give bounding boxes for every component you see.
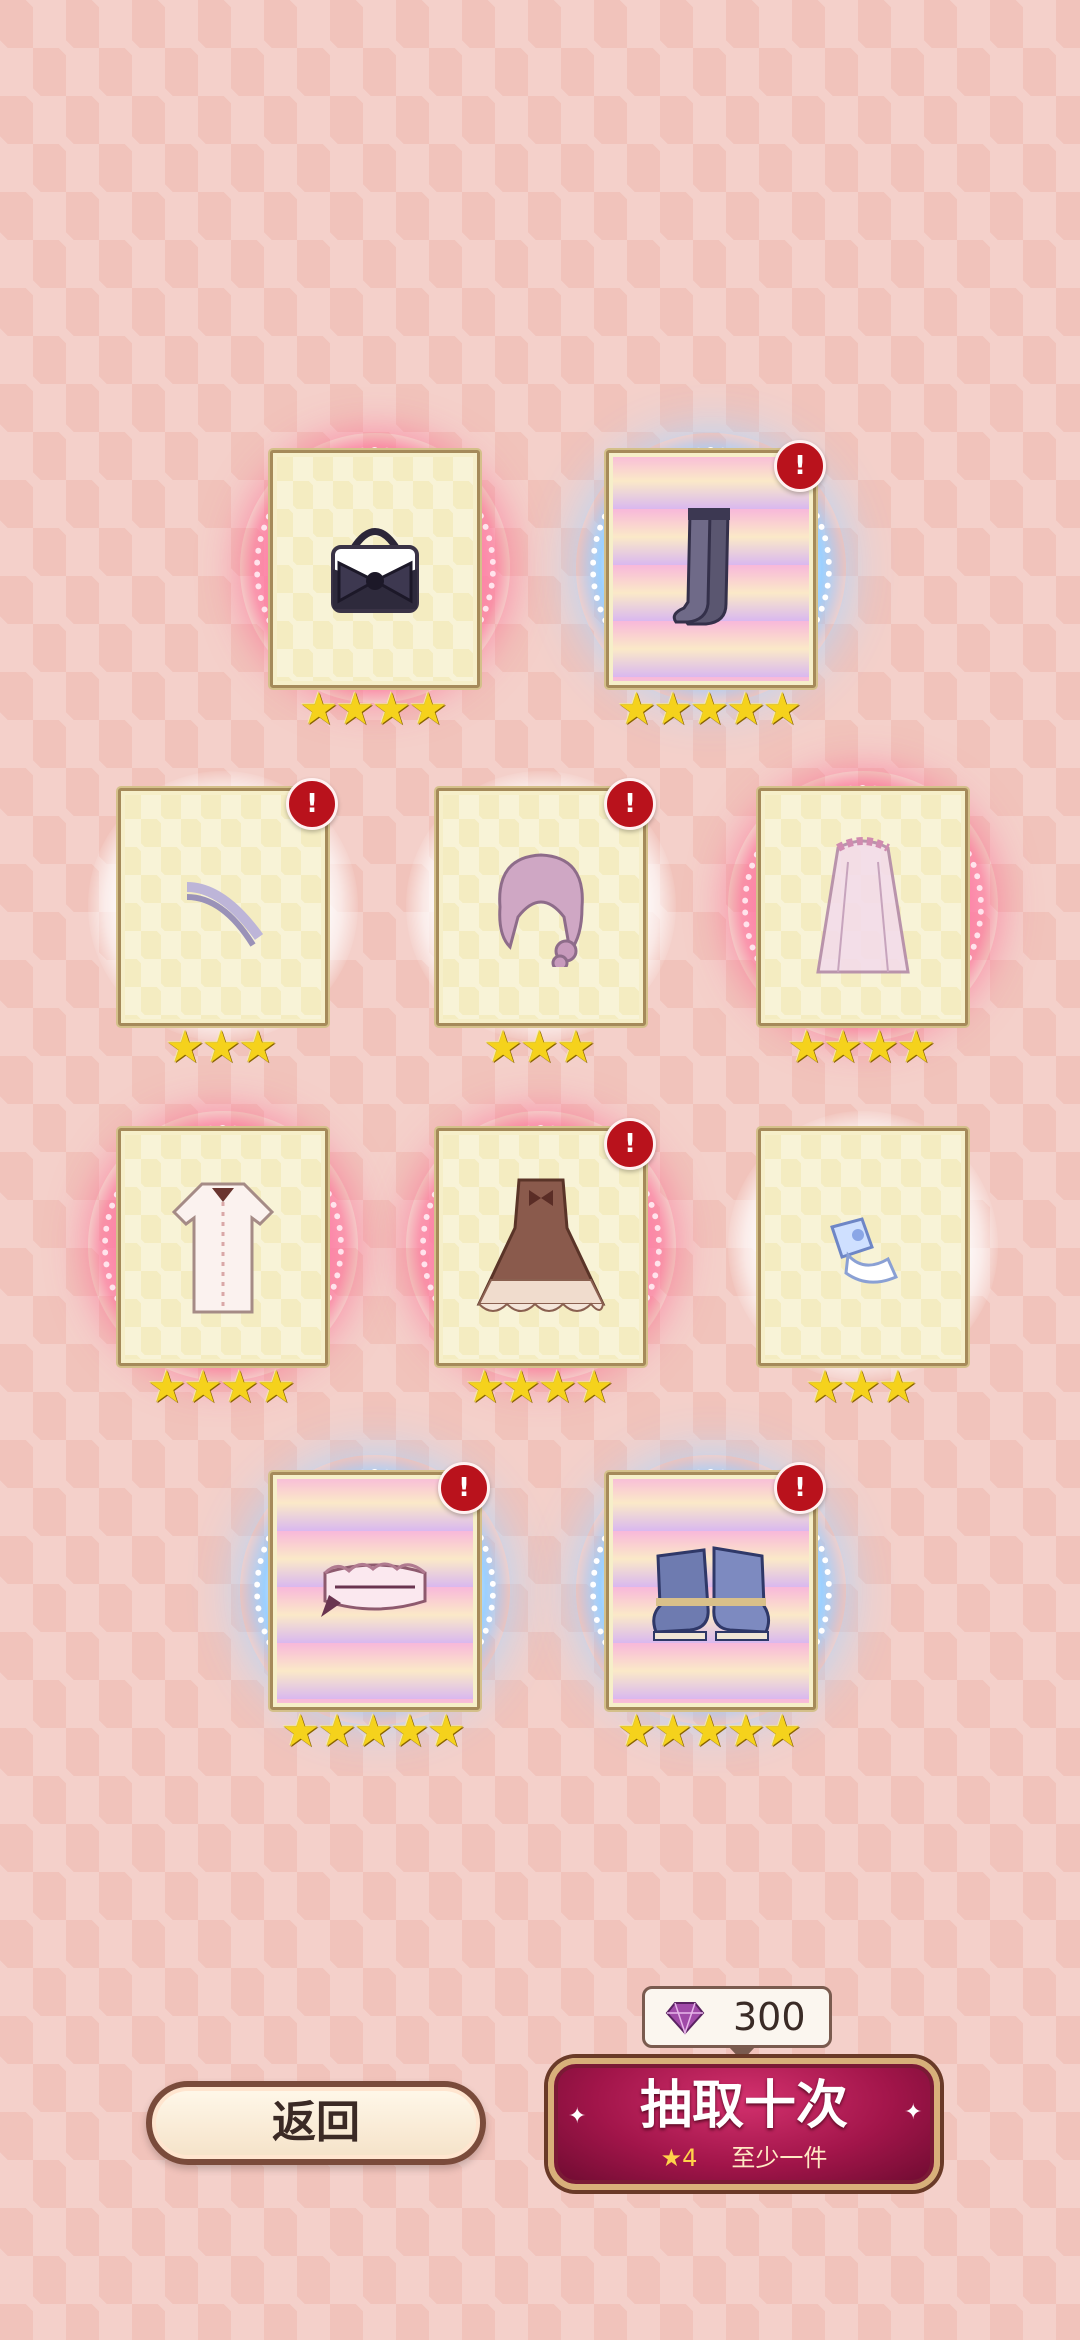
new-item-badge: !: [604, 1118, 656, 1170]
rarity-stars: ★★★★★: [280, 1706, 466, 1757]
new-item-badge: !: [286, 778, 338, 830]
result-card[interactable]: ★★★★: [240, 433, 510, 780]
item-card-frame: [270, 450, 480, 688]
dress-icon: [476, 1178, 606, 1312]
new-item-badge: !: [774, 1462, 826, 1514]
result-card[interactable]: ★★★: [728, 1111, 998, 1458]
rarity-stars: ★★★: [805, 1362, 917, 1413]
gem-icon: [665, 2002, 705, 2035]
new-item-badge: !: [438, 1462, 490, 1514]
draw-ten-label: 抽取十次: [639, 2076, 848, 2136]
draw-cost-tooltip: 300: [642, 1986, 832, 2061]
draw-ten-button[interactable]: ✦ ✦ 抽取十次 ★4 至少一件: [548, 2058, 940, 2190]
rarity-stars: ★★★★: [465, 1362, 614, 1413]
rarity-stars: ★★★★: [787, 1022, 936, 1073]
guarantee-rarity: ★4: [660, 2144, 698, 2172]
back-button[interactable]: 返回: [146, 2081, 486, 2165]
rarity-stars: ★★★: [165, 1022, 277, 1073]
rarity-stars: ★★★★★: [616, 1706, 802, 1757]
result-card[interactable]: ! ★★★★★: [576, 433, 846, 780]
result-card[interactable]: ! ★★★★: [406, 1111, 676, 1458]
item-card-frame: [118, 1128, 328, 1366]
handbag-icon: [331, 528, 419, 613]
rarity-stars: ★★★: [483, 1022, 595, 1073]
shoes-icon: [652, 1546, 771, 1641]
rarity-stars: ★★★★★: [616, 684, 802, 735]
rarity-stars: ★★★★: [147, 1362, 296, 1413]
garter-icon: [321, 1562, 427, 1617]
blouse-icon: [171, 1182, 275, 1314]
result-card[interactable]: ★★★★: [88, 1111, 358, 1458]
new-item-badge: !: [774, 440, 826, 492]
result-card[interactable]: ★★★★: [728, 771, 998, 1118]
result-card[interactable]: ! ★★★: [88, 771, 358, 1118]
item-card-frame: [758, 788, 968, 1026]
veil-icon: [816, 837, 910, 974]
hairband-icon: [186, 882, 264, 947]
result-card[interactable]: ! ★★★★★: [576, 1455, 846, 1802]
wig-icon: [498, 853, 584, 967]
guarantee-text: 至少一件: [731, 2144, 828, 2172]
result-card[interactable]: ! ★★★★★: [240, 1455, 510, 1802]
item-card-frame: [758, 1128, 968, 1366]
wrist-cuff-icon: [830, 1217, 898, 1284]
result-card[interactable]: ! ★★★: [406, 771, 676, 1118]
draw-cost: 300: [733, 1995, 806, 2039]
new-item-badge: !: [604, 778, 656, 830]
rarity-stars: ★★★★: [299, 684, 448, 735]
draw-guarantee: ★4 至少一件: [554, 2142, 934, 2174]
stockings-icon: [672, 508, 730, 626]
